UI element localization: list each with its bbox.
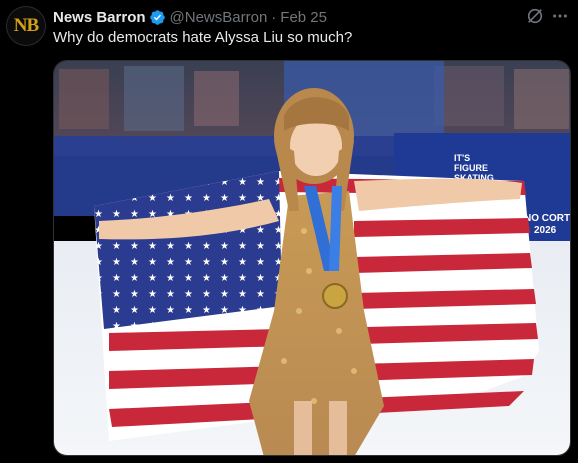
tweet-header: News Barron @NewsBarron · Feb 25 [53,7,518,27]
separator: · [271,8,277,26]
tweet-text: Why do democrats hate Alyssa Liu so much… [53,29,353,46]
sign-left-text: IT'S [454,153,470,163]
grok-icon[interactable] [525,6,545,26]
timestamp[interactable]: Feb 25 [280,9,327,26]
svg-text:FIGURE: FIGURE [454,163,488,173]
verified-badge-icon[interactable] [149,9,166,26]
display-name[interactable]: News Barron [53,9,146,26]
handle[interactable]: @NewsBarron [170,9,268,26]
photo-scene: ★ IT'S FIGURE SKATING NO CORTINA 2026 [54,61,571,455]
avatar-logo: NB [13,15,39,36]
sign-right-text: NO CORTINA [524,213,571,224]
more-horizontal-icon[interactable] [550,6,570,26]
tweet-media-photo[interactable]: ★ IT'S FIGURE SKATING NO CORTINA 2026 [53,60,571,456]
avatar[interactable]: NB [6,6,46,46]
svg-text:2026: 2026 [534,225,557,236]
